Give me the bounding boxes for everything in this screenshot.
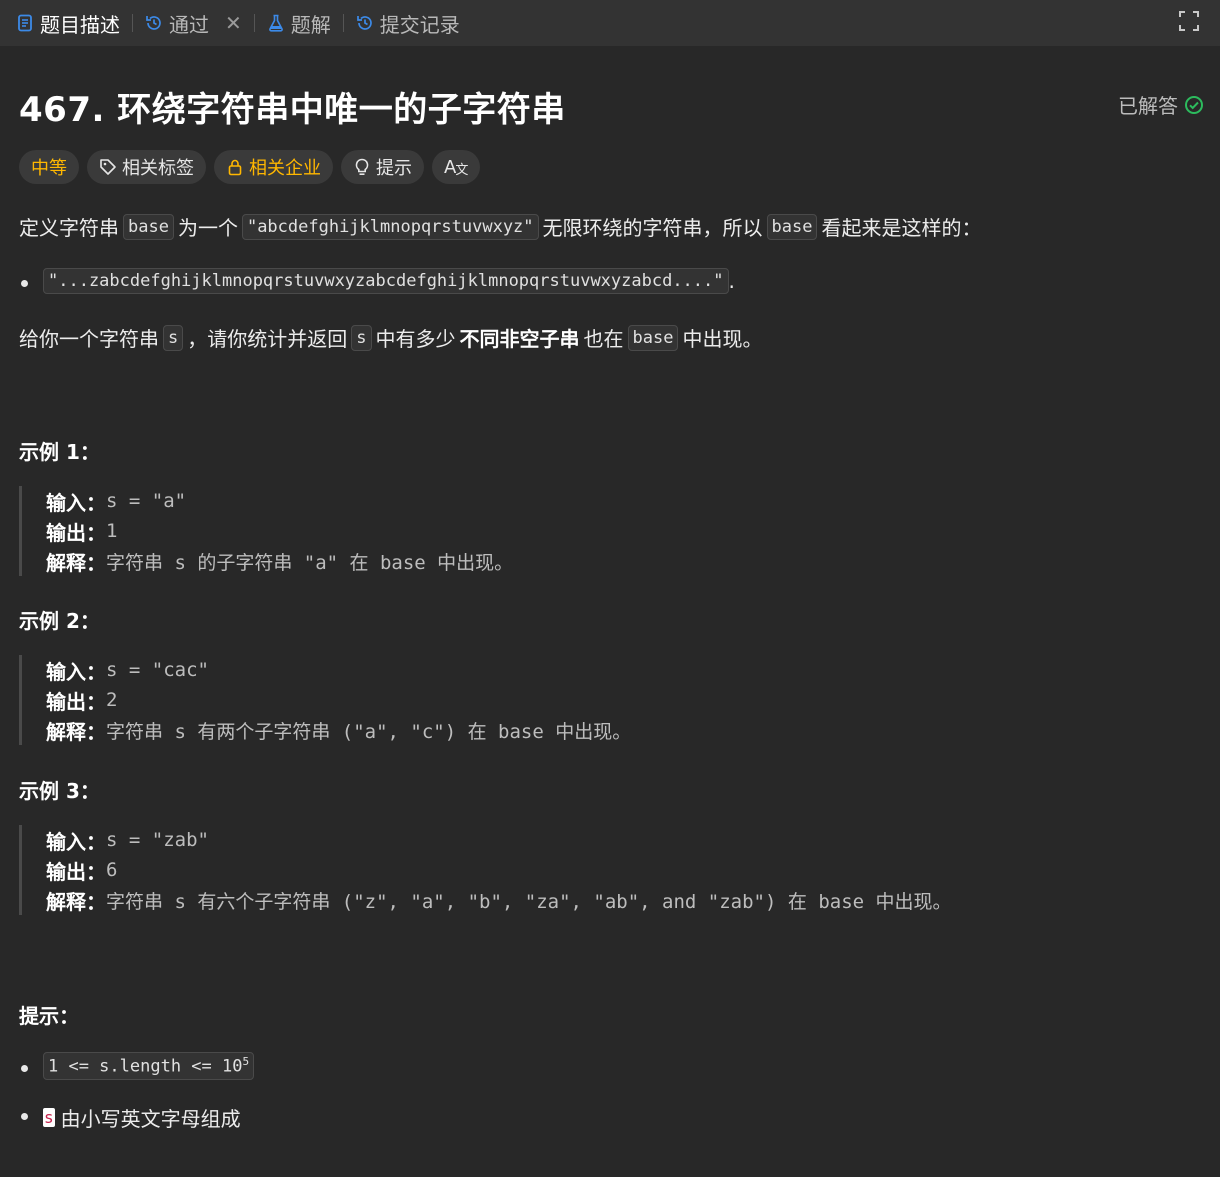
tab-solutions[interactable]: 题解: [267, 0, 331, 46]
lock-icon: [228, 159, 242, 176]
related-tags-label: 相关标签: [122, 158, 194, 179]
example-2-block: 输入： s = "cac" 输出： 2 解释： 字符串 s 有两个子字符串 ("a",…: [19, 655, 1119, 745]
difficulty-badge[interactable]: 中等: [19, 150, 79, 184]
example-1-heading: 示例 1：: [19, 440, 100, 464]
history-icon: [146, 16, 161, 30]
tab-accepted[interactable]: 通过 ✕: [145, 0, 242, 46]
fullscreen-icon[interactable]: [1178, 10, 1200, 32]
explanation-label: 解释：: [46, 719, 106, 744]
example-explanation: 字符串 s 的子字符串 "a" 在 base 中出现。: [106, 551, 514, 574]
example-input: s = "cac": [106, 659, 209, 681]
example-3-heading: 示例 3：: [19, 779, 100, 803]
solved-label: 已解答: [1118, 94, 1178, 118]
document-icon: [18, 14, 32, 32]
constraint-2: s 由小写英文字母组成: [43, 1107, 241, 1131]
example-output: 1: [106, 520, 118, 542]
constraints-heading: 提示：: [19, 1004, 79, 1028]
history-icon: [356, 16, 372, 30]
solved-status: 已解答: [1118, 90, 1204, 119]
base-example-item: "...zabcdefghijklmnopqrstuvwxyzabcdefghi…: [39, 268, 735, 294]
tab-description-label: 题目描述: [40, 12, 120, 37]
description-paragraph-1: 定义字符串 base 为一个 "abcdefghijklmnopqrstuvwx…: [19, 212, 981, 241]
problem-title: 467. 环绕字符串中唯一的子字符串: [19, 90, 566, 130]
input-label: 输入：: [46, 659, 106, 684]
bullet-dot: [21, 1065, 28, 1072]
bullet-dot: [21, 280, 28, 287]
bullet-dot: [21, 1113, 28, 1120]
example-output: 2: [106, 689, 118, 711]
check-circle-icon: [1185, 95, 1203, 114]
example-2-heading: 示例 2：: [19, 609, 100, 633]
explanation-label: 解释：: [46, 889, 106, 914]
explanation-label: 解释：: [46, 550, 106, 575]
output-label: 输出：: [46, 689, 106, 714]
tab-divider: [132, 14, 133, 32]
tag-row: 中等 相关标签 相关企业 提示 A文: [19, 150, 481, 184]
difficulty-label: 中等: [31, 158, 67, 179]
example-input: s = "zab": [106, 829, 209, 851]
example-3-block: 输入： s = "zab" 输出： 6 解释： 字符串 s 有六个子字符串 ("z",…: [19, 825, 1119, 915]
tab-accepted-label: 通过: [169, 12, 209, 37]
related-companies-label: 相关企业: [249, 158, 321, 179]
flask-icon: [268, 14, 283, 32]
tab-description[interactable]: 题目描述: [16, 0, 120, 46]
example-explanation: 字符串 s 有两个子字符串 ("a", "c") 在 base 中出现。: [106, 720, 632, 743]
output-label: 输出：: [46, 859, 106, 884]
output-label: 输出：: [46, 520, 106, 545]
example-output: 6: [106, 859, 118, 881]
hint-button[interactable]: 提示: [341, 150, 424, 184]
input-label: 输入：: [46, 829, 106, 854]
example-1-block: 输入： s = "a" 输出： 1 解释： 字符串 s 的子字符串 "a" 在 bas…: [19, 486, 1119, 576]
tab-submissions[interactable]: 提交记录: [356, 0, 460, 46]
example-explanation: 字符串 s 有六个子字符串 ("z", "a", "b", "za", "ab"…: [106, 890, 952, 913]
input-label: 输入：: [46, 490, 106, 515]
lightbulb-icon: [355, 158, 369, 176]
tag-icon: [100, 159, 116, 175]
description-paragraph-2: 给你一个字符串 s ，请你统计并返回 s 中有多少 不同非空子串 也在 base…: [19, 323, 762, 352]
constraint-1: 1 <= s.length <= 105: [39, 1052, 258, 1080]
related-companies-button[interactable]: 相关企业: [214, 150, 333, 184]
example-input: s = "a": [106, 490, 187, 512]
tab-solutions-label: 题解: [290, 12, 331, 37]
hint-label: 提示: [376, 158, 412, 179]
tab-divider: [253, 14, 255, 32]
translate-icon: A文: [444, 156, 469, 178]
close-icon[interactable]: ✕: [225, 11, 242, 35]
translate-button[interactable]: A文: [432, 150, 481, 184]
related-tags-button[interactable]: 相关标签: [87, 150, 206, 184]
tab-submissions-label: 提交记录: [379, 12, 460, 37]
tab-divider: [342, 14, 344, 32]
tab-bar: 题目描述 通过 ✕ 题解 提交记录: [0, 0, 1220, 46]
